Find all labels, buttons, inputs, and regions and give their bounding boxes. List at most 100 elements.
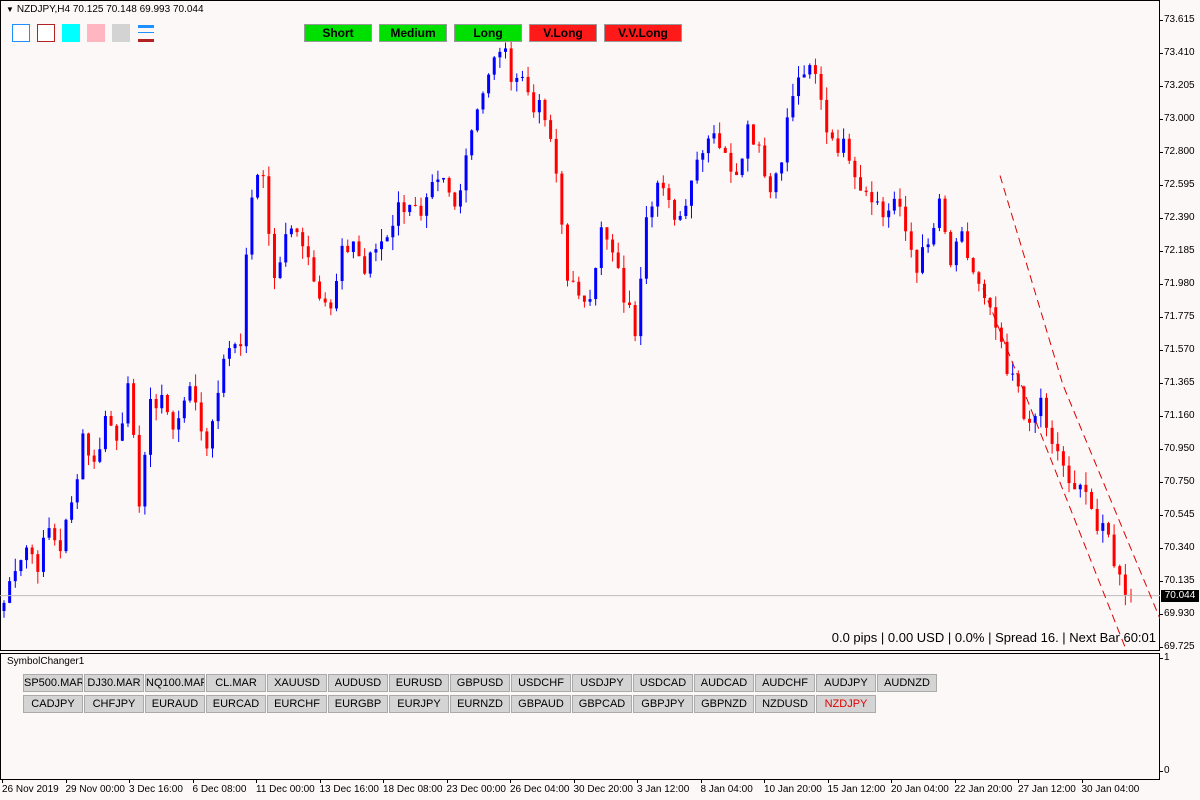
candle [1056, 432, 1060, 461]
candle [25, 545, 29, 569]
time-tick-label: 30 Dec 20:00 [573, 784, 634, 795]
price-tick-label: 70.340 [1164, 542, 1195, 553]
symbol-button-eurgbp[interactable]: EURGBP [328, 695, 388, 713]
symbol-button-usdcad[interactable]: USDCAD [633, 674, 693, 692]
candle [1123, 564, 1127, 606]
symbol-button-audchf[interactable]: AUDCHF [755, 674, 815, 692]
candle [644, 206, 648, 285]
swatch-red-outline[interactable] [37, 24, 55, 42]
price-chart[interactable] [0, 0, 1160, 651]
symbol-button-xauusd[interactable]: XAUUSD [267, 674, 327, 692]
line-style-icon[interactable] [138, 24, 154, 42]
candle [289, 225, 293, 238]
swatch-pink[interactable] [87, 24, 105, 42]
symbol-button-cl-mar[interactable]: CL.MAR [206, 674, 266, 692]
candle [368, 251, 372, 278]
symbol-button-eurnzd[interactable]: EURNZD [450, 695, 510, 713]
candle [126, 376, 130, 428]
candle [194, 374, 198, 411]
candle [357, 235, 361, 257]
symbol-button-audcad[interactable]: AUDCAD [694, 674, 754, 692]
candle [1028, 410, 1032, 432]
price-tick-label: 72.595 [1164, 179, 1195, 190]
candle [250, 189, 254, 260]
symbol-button-eurusd[interactable]: EURUSD [389, 674, 449, 692]
symbol-button-audnzd[interactable]: AUDNZD [877, 674, 937, 692]
symbol-button-dj30-mar[interactable]: DJ30.MAR [84, 674, 144, 692]
candle [301, 227, 305, 259]
symbol-button-gbpusd[interactable]: GBPUSD [450, 674, 510, 692]
symbol-button-nzdjpy[interactable]: NZDJPY [816, 695, 876, 713]
time-axis[interactable]: 26 Nov 2019 29 Nov 00:00 3 Dec 16:00 6 Dec … [0, 780, 1200, 800]
timeframe-button-vlong[interactable]: V.Long [529, 24, 597, 42]
price-tick-label: 73.615 [1164, 14, 1195, 25]
price-tick-label: 71.365 [1164, 377, 1195, 388]
price-tick-label: 72.390 [1164, 212, 1195, 223]
candle [492, 56, 496, 80]
symbol-changer-panel: SymbolChanger1 [0, 653, 1160, 780]
candle [532, 84, 536, 118]
candle [740, 158, 744, 178]
symbol-button-euraud[interactable]: EURAUD [145, 695, 205, 713]
candle [1112, 524, 1116, 568]
candle [594, 267, 598, 306]
time-tick-label: 20 Jan 04:00 [891, 784, 949, 795]
symbol-ohlc-label: NZDJPY,H4 70.125 70.148 69.993 70.044 [16, 4, 204, 15]
stats-readout: 0.0 pips | 0.00 USD | 0.0% | Spread 16. … [831, 630, 1156, 645]
panel-title: SymbolChanger1 [7, 656, 85, 667]
candle [272, 228, 276, 290]
symbol-button-nzdusd[interactable]: NZDUSD [755, 695, 815, 713]
symbol-button-eurcad[interactable]: EURCAD [206, 695, 266, 713]
symbol-button-audusd[interactable]: AUDUSD [328, 674, 388, 692]
candle [419, 197, 423, 221]
symbol-button-usdjpy[interactable]: USDJPY [572, 674, 632, 692]
candle [98, 437, 102, 464]
swatch-blue-outline[interactable] [12, 24, 30, 42]
candle [385, 235, 389, 242]
candle [673, 198, 677, 226]
symbol-button-chfjpy[interactable]: CHFJPY [84, 695, 144, 713]
candle [887, 203, 891, 228]
swatch-gray[interactable] [112, 24, 130, 42]
candle [2, 600, 6, 618]
candle [735, 163, 739, 176]
symbol-button-gbpnzd[interactable]: GBPNZD [694, 695, 754, 713]
symbol-button-gbpjpy[interactable]: GBPJPY [633, 695, 693, 713]
symbol-button-eurchf[interactable]: EURCHF [267, 695, 327, 713]
price-tick-label: 71.160 [1164, 410, 1195, 421]
price-axis[interactable]: 73.615 73.410 73.205 73.000 72.800 72.595 72.3… [1160, 0, 1200, 652]
timeframe-button-medium[interactable]: Medium [379, 24, 447, 42]
candle [137, 425, 141, 513]
symbol-button-audjpy[interactable]: AUDJPY [816, 674, 876, 692]
candle [977, 271, 981, 292]
candle [656, 180, 660, 217]
candle [949, 230, 953, 268]
dropdown-arrow-icon[interactable]: ▼ [6, 5, 14, 14]
candle [1005, 333, 1009, 376]
channel-lower-line[interactable] [982, 288, 1126, 648]
symbol-button-sp500-mar[interactable]: SP500.MAR [23, 674, 83, 692]
swatch-cyan[interactable] [62, 24, 80, 42]
timeframe-button-vvlong[interactable]: V.V.Long [604, 24, 682, 42]
symbol-button-eurjpy[interactable]: EURJPY [389, 695, 449, 713]
candle [453, 191, 457, 210]
candle [1039, 388, 1043, 428]
symbol-button-gbpaud[interactable]: GBPAUD [511, 695, 571, 713]
candle [470, 129, 474, 160]
symbol-button-nq100-mar[interactable]: NQ100.MAR [145, 674, 205, 692]
candle [932, 223, 936, 247]
candle [808, 63, 812, 79]
price-tick-label: 73.000 [1164, 113, 1195, 124]
candle [582, 295, 586, 308]
candle [1095, 498, 1099, 535]
symbol-button-cadjpy[interactable]: CADJPY [23, 695, 83, 713]
candle [847, 133, 851, 164]
candle [689, 180, 693, 219]
timeframe-button-short[interactable]: Short [304, 24, 372, 42]
timeframe-button-long[interactable]: Long [454, 24, 522, 42]
symbol-button-gbpcad[interactable]: GBPCAD [572, 695, 632, 713]
symbol-button-usdchf[interactable]: USDCHF [511, 674, 571, 692]
candle [768, 173, 772, 199]
candle [267, 166, 271, 246]
price-tick-label: 69.930 [1164, 608, 1195, 619]
